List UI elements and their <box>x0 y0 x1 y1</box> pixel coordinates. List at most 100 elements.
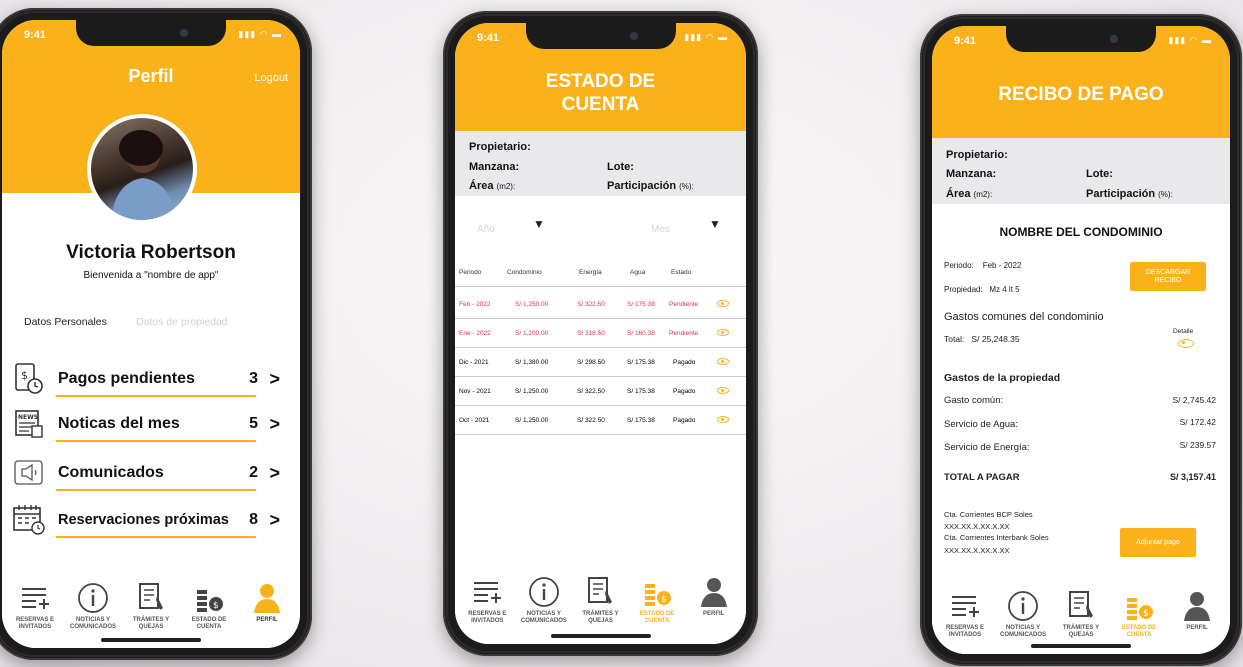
menu-pagos-pendientes[interactable]: $ Pagos pendientes 3 > <box>12 361 286 397</box>
tab-label: RESERVAS E INVITADOS <box>468 611 507 624</box>
manzana-label: Manzana: <box>469 161 520 173</box>
tab-noticias[interactable]: NOTICIAS Y COMUNICADOS <box>516 576 572 625</box>
owner-info-box: Propietario: Manzana: Lote: Área (m2): P… <box>455 131 746 196</box>
month-select[interactable]: Mes ▼ <box>651 217 731 235</box>
tab-reservas[interactable]: RESERVAS E INVITADOS <box>7 582 63 631</box>
megaphone-icon <box>12 456 46 490</box>
table-row[interactable]: Nov - 2021 S/ 1,250.00 S/ 322.50 S/ 175.… <box>455 378 746 406</box>
divider <box>56 440 256 442</box>
cell-energia: S/ 322.50 <box>577 388 605 395</box>
cell-energia: S/ 322.50 <box>577 417 605 424</box>
tab-reservas[interactable]: RESERVAS E INVITADOS <box>459 576 515 625</box>
cell-periodo: Oct - 2021 <box>459 417 490 424</box>
propietario-label: Propietario: <box>946 149 1008 161</box>
eye-icon[interactable] <box>717 358 729 365</box>
col-estado: Estado <box>671 269 692 276</box>
user-name: Victoria Robertson <box>66 242 236 263</box>
tab-perfil[interactable]: PERFIL <box>239 582 295 624</box>
menu-count: 3 <box>249 370 258 387</box>
tab-datos-propiedad[interactable]: Datos de propiedad <box>136 316 228 328</box>
tab-label: NOTICIAS Y COMUNICADOS <box>70 617 116 630</box>
col-energia: Energía <box>579 269 602 276</box>
table-row[interactable]: Feb - 2022 S/ 1,250.00 S/ 322.50 S/ 175.… <box>455 291 746 319</box>
cell-energia: S/ 298.50 <box>577 359 605 366</box>
menu-noticias[interactable]: NEWS Noticas del mes 5 > <box>12 406 286 442</box>
tab-tramites[interactable]: TRÁMITES Y QUEJAS <box>572 576 628 625</box>
list-add-icon <box>474 582 502 603</box>
home-indicator <box>550 634 651 638</box>
table-row[interactable]: Dic - 2021 S/ 1,380.00 S/ 298.50 S/ 175.… <box>455 349 746 377</box>
user-icon <box>254 584 280 613</box>
notch <box>525 23 676 49</box>
col-agua: Agua <box>630 269 646 276</box>
receipt-icon: $ <box>12 362 46 396</box>
cell-estado: Pagado <box>673 417 696 424</box>
cta2-label: Cta. Corrientes Interbank Soles <box>944 533 1049 542</box>
item-value: S/ 2,745.42 <box>1172 395 1216 405</box>
coins-icon: $ <box>1127 598 1153 620</box>
eye-icon[interactable] <box>717 300 729 307</box>
eye-icon[interactable] <box>1178 339 1194 348</box>
tab-tramites[interactable]: TRÁMITES Y QUEJAS <box>123 582 179 631</box>
document-pen-icon <box>139 583 163 610</box>
tab-noticias[interactable]: NOTICIAS Y COMUNICADOS <box>65 582 121 631</box>
person-photo-icon <box>111 130 177 220</box>
adjuntar-pago-button[interactable]: Adjuntar pago <box>1120 528 1196 557</box>
caret-down-icon: ▼ <box>709 217 721 231</box>
chevron-right-icon: > <box>269 413 280 434</box>
detalle-link[interactable]: Detalle <box>1173 328 1193 335</box>
tab-noticias[interactable]: NOTICIAS Y COMUNICADOS <box>995 590 1051 639</box>
eye-icon[interactable] <box>717 416 729 423</box>
menu-reservaciones[interactable]: Reservaciones próximas 8 > <box>12 502 286 538</box>
svg-text:$: $ <box>213 601 219 611</box>
tab-datos-personales[interactable]: Datos Personales <box>24 316 107 328</box>
tab-reservas[interactable]: RESERVAS E INVITADOS <box>937 590 993 639</box>
tab-estado[interactable]: $ ESTADO DE CUENTA <box>181 582 237 631</box>
tab-label: ESTADO DE CUENTA <box>639 611 675 624</box>
home-indicator <box>1031 644 1131 648</box>
svg-text:NEWS: NEWS <box>18 414 38 421</box>
cell-estado: Pendiente <box>669 301 699 308</box>
cell-periodo: Feb - 2022 <box>459 301 491 308</box>
tab-label: NOTICIAS Y COMUNICADOS <box>520 611 567 624</box>
avatar <box>87 114 197 224</box>
tab-estado[interactable]: $ ESTADO DE CUENTA <box>629 576 685 625</box>
recibo-screen: 9:41 ▮▮▮ ◠ ▬ RECIBO DE PAGO Propietario:… <box>932 26 1230 654</box>
estado-screen: 9:41 ▮▮▮ ◠ ▬ ESTADO DE CUENTA Propietari… <box>455 23 746 644</box>
year-select[interactable]: Año ▼ <box>477 217 557 235</box>
month-placeholder: Mes <box>651 224 670 235</box>
item-label: Servicio de Agua: <box>944 419 1018 430</box>
tab-perfil[interactable]: PERFIL <box>686 576 742 618</box>
menu-comunicados[interactable]: Comunicados 2 > <box>12 455 286 491</box>
logout-link[interactable]: Logout <box>254 72 288 84</box>
col-periodo: Periodo <box>459 269 482 276</box>
list-add-icon <box>22 588 49 609</box>
lote-label: Lote: <box>607 161 634 173</box>
table-row[interactable]: Oct - 2021 S/ 1,250.00 S/ 322.50 S/ 175.… <box>455 407 746 435</box>
phone-perfil: 9:41 ▮▮▮ ◠ ▬ Perfil Logout Victoria Robe… <box>0 8 312 660</box>
divider <box>56 489 256 491</box>
item-value: S/ 239.57 <box>1179 440 1216 450</box>
participacion-label: Participación (%): <box>1086 188 1173 200</box>
tab-label: ESTADO DE CUENTA <box>1121 625 1157 638</box>
table-row[interactable]: Ene - 2022 S/ 1,200.00 S/ 318.50 S/ 160.… <box>455 320 746 348</box>
cell-condominio: S/ 1,200.00 <box>515 330 549 337</box>
phone-estado: 9:41 ▮▮▮ ◠ ▬ ESTADO DE CUENTA Propietari… <box>443 11 758 656</box>
eye-icon[interactable] <box>717 387 729 394</box>
tab-label: PERFIL <box>1186 625 1208 631</box>
phone-recibo: 9:41 ▮▮▮ ◠ ▬ RECIBO DE PAGO Propietario:… <box>920 14 1242 666</box>
tab-tramites[interactable]: TRÁMITES Y QUEJAS <box>1053 590 1109 639</box>
tab-label: TRÁMITES Y QUEJAS <box>582 611 619 624</box>
tab-perfil[interactable]: PERFIL <box>1169 590 1225 632</box>
cell-estado: Pagado <box>673 359 696 366</box>
cell-periodo: Dic - 2021 <box>459 359 489 366</box>
descargar-recibo-button[interactable]: DESCARGAR RECIBO <box>1130 262 1206 291</box>
tab-label: NOTICIAS Y COMUNICADOS <box>1000 625 1046 638</box>
signal-wifi-battery-icon: ▮▮▮ ◠ ▬ <box>238 29 282 39</box>
eye-icon[interactable] <box>717 329 729 336</box>
item-label: Servicio de Energía: <box>944 442 1030 453</box>
cell-estado: Pendiente <box>669 330 699 337</box>
list-add-icon <box>952 596 979 617</box>
tab-estado[interactable]: $ ESTADO DE CUENTA <box>1111 590 1167 639</box>
tab-label: ESTADO DE CUENTA <box>191 617 227 630</box>
